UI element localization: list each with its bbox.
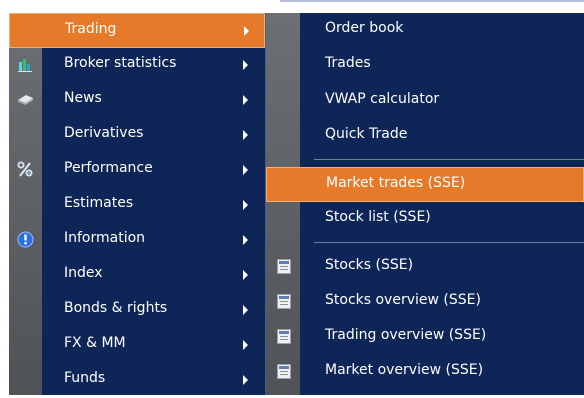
submenu-item-label: Trades: [325, 55, 371, 71]
submenu-arrow-icon: [243, 340, 248, 350]
menu-item-label: News: [64, 90, 102, 106]
submenu-arrow-icon: [243, 270, 248, 280]
menu-separator: [314, 159, 584, 160]
menu-item-label: Derivatives: [64, 125, 144, 141]
menu-item-index[interactable]: Index: [9, 258, 265, 293]
submenu-arrow-icon: [243, 200, 248, 210]
submenu-item-label: VWAP calculator: [325, 91, 440, 107]
submenu-item-market-overview[interactable]: Market overview (SSE): [266, 355, 584, 390]
menu-item-label: Performance: [64, 160, 153, 176]
window-left-edge: [0, 0, 9, 395]
submenu-item-trading-overview[interactable]: Trading overview (SSE): [266, 320, 584, 355]
menu-item-label: Bonds & rights: [64, 300, 168, 316]
window-top-edge: [280, 0, 584, 2]
submenu-arrow-icon: [243, 235, 248, 245]
submenu-item-label: Order book: [325, 20, 404, 36]
submenu-item-trades[interactable]: Trades: [266, 48, 584, 83]
menu-item-news[interactable]: News: [9, 83, 265, 118]
submenu-item-vwap-calculator[interactable]: VWAP calculator: [266, 84, 584, 119]
menu-item-label: Funds: [64, 370, 106, 386]
submenu-item-market-trades[interactable]: Market trades (SSE): [266, 167, 584, 202]
submenu-item-label: Market trades (SSE): [326, 175, 466, 191]
submenu-item-stocks-overview[interactable]: Stocks overview (SSE): [266, 285, 584, 320]
window-icon: [277, 294, 291, 309]
bar-chart-icon: [18, 59, 32, 72]
menu-item-label: FX & MM: [64, 335, 126, 351]
menu-item-funds[interactable]: Funds: [9, 363, 265, 398]
menu-item-label: Index: [64, 265, 103, 281]
menu-separator: [314, 242, 584, 243]
menu-item-performance[interactable]: Performance: [9, 153, 265, 188]
main-menu: Trading Broker statistics News Derivativ…: [9, 13, 266, 395]
submenu-item-label: Market overview (SSE): [325, 362, 484, 378]
submenu-item-quick-trade[interactable]: Quick Trade: [266, 119, 584, 154]
submenu-item-label: Quick Trade: [325, 126, 408, 142]
menu-item-bonds-rights[interactable]: Bonds & rights: [9, 293, 265, 328]
news-icon: [18, 95, 33, 105]
menu-item-label: Trading: [65, 21, 117, 37]
window-icon: [277, 259, 291, 274]
trading-submenu: Order book Trades VWAP calculator Quick …: [266, 13, 584, 395]
submenu-arrow-icon: [244, 26, 249, 36]
menu-item-label: Broker statistics: [64, 55, 177, 71]
menu-item-label: Estimates: [64, 195, 134, 211]
submenu-item-label: Stocks overview (SSE): [325, 292, 481, 308]
info-icon: [17, 231, 34, 248]
submenu-arrow-icon: [243, 130, 248, 140]
menu-item-trading[interactable]: Trading: [9, 13, 265, 48]
submenu-arrow-icon: [243, 95, 248, 105]
submenu-arrow-icon: [243, 60, 248, 70]
menu-item-information[interactable]: Information: [9, 223, 265, 258]
submenu-item-label: Trading overview (SSE): [325, 327, 487, 343]
submenu-item-stocks[interactable]: Stocks (SSE): [266, 250, 584, 285]
window-icon: [277, 329, 291, 344]
menu-item-label: Information: [64, 230, 146, 246]
submenu-arrow-icon: [243, 165, 248, 175]
submenu-item-stock-list[interactable]: Stock list (SSE): [266, 202, 584, 237]
menu-item-broker-statistics[interactable]: Broker statistics: [9, 48, 265, 83]
window-icon: [277, 364, 291, 379]
percent-icon: [17, 161, 33, 177]
submenu-item-order-book[interactable]: Order book: [266, 13, 584, 48]
submenu-item-label: Stock list (SSE): [325, 209, 431, 225]
submenu-arrow-icon: [243, 375, 248, 385]
submenu-item-label: Stocks (SSE): [325, 257, 414, 273]
menu-item-fx-mm[interactable]: FX & MM: [9, 328, 265, 363]
submenu-arrow-icon: [243, 305, 248, 315]
menu-item-estimates[interactable]: Estimates: [9, 188, 265, 223]
menu-item-derivatives[interactable]: Derivatives: [9, 118, 265, 153]
